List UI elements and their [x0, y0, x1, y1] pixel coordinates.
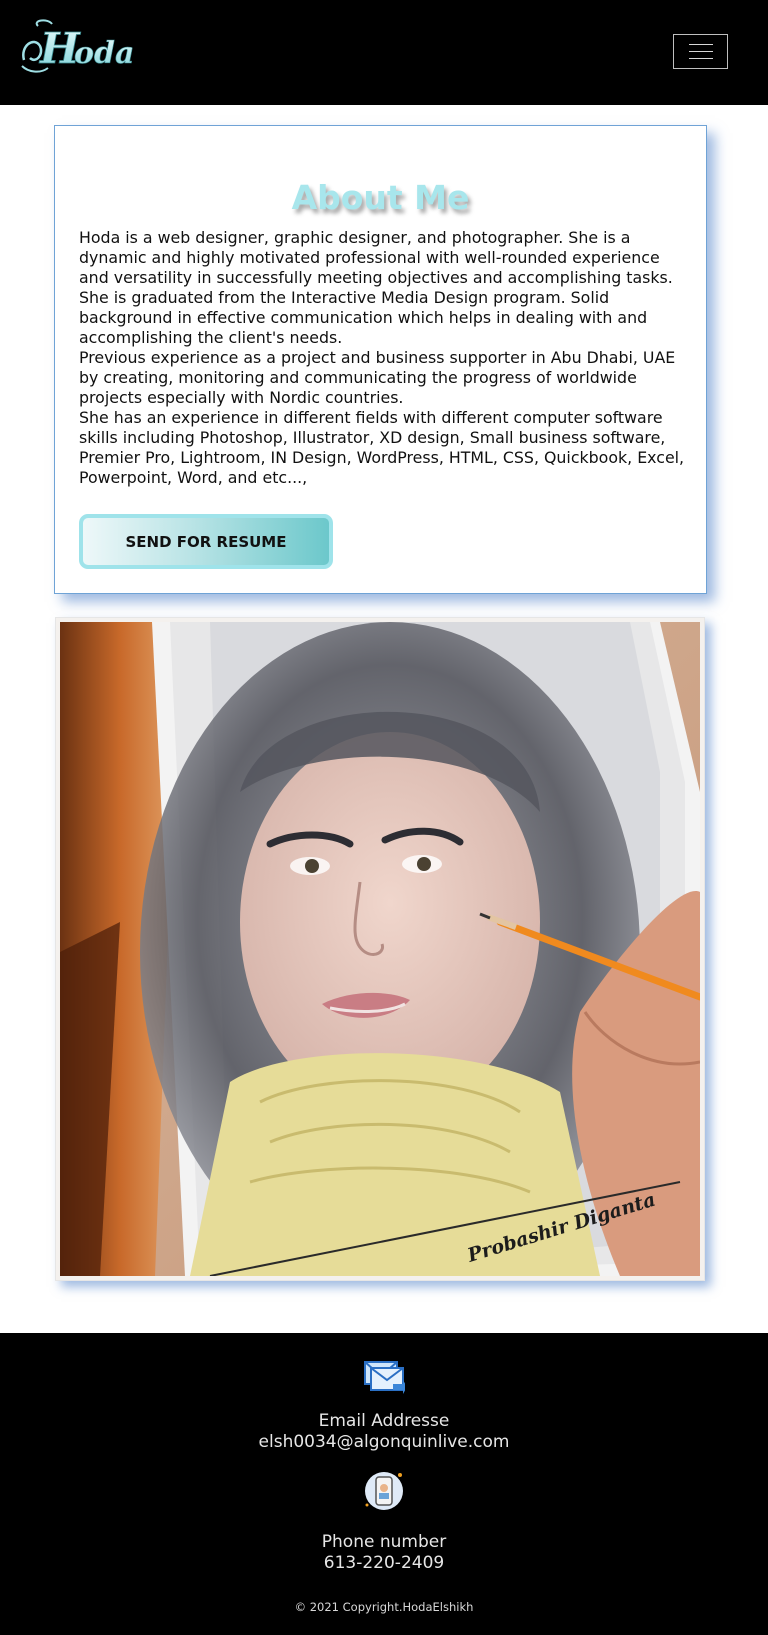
- about-paragraph: She is graduated from the Interactive Me…: [79, 288, 648, 347]
- envelope-icon[interactable]: [363, 1358, 405, 1394]
- phone-number[interactable]: 613-220-2409: [0, 1553, 768, 1574]
- site-footer: Email Addresse elsh0034@algonquinlive.co…: [0, 1333, 768, 1635]
- svg-text:oda: oda: [74, 36, 134, 71]
- hamburger-menu-icon-bar: [689, 58, 713, 59]
- about-title: About Me: [291, 178, 470, 217]
- about-paragraph: Hoda is a web designer, graphic designer…: [79, 228, 673, 287]
- menu-toggle-button[interactable]: [673, 34, 728, 69]
- about-card: About Me Hoda is a web designer, graphic…: [54, 125, 707, 594]
- send-for-resume-button[interactable]: SEND FOR RESUME: [79, 514, 333, 569]
- site-header: H oda: [0, 0, 768, 105]
- phone-label: Phone number: [321, 1532, 447, 1552]
- email-address[interactable]: elsh0034@algonquinlive.com: [0, 1432, 768, 1453]
- phone-icon[interactable]: [362, 1469, 406, 1513]
- email-label: Email Addresse: [318, 1411, 450, 1431]
- about-paragraph: Previous experience as a project and bus…: [79, 348, 676, 407]
- about-description: Hoda is a web designer, graphic designer…: [79, 228, 689, 488]
- about-paragraph: She has an experience in different field…: [79, 408, 685, 487]
- copyright-text: © 2021 Copyright.HodaElshikh: [294, 1600, 474, 1614]
- hoda-logo[interactable]: H oda: [18, 16, 136, 78]
- hamburger-menu-icon: [689, 44, 713, 45]
- portrait-sketch-image: Probashir Diganta: [60, 622, 700, 1276]
- portrait-photo-card: Probashir Diganta: [55, 617, 705, 1281]
- hamburger-menu-icon-bar: [689, 51, 713, 52]
